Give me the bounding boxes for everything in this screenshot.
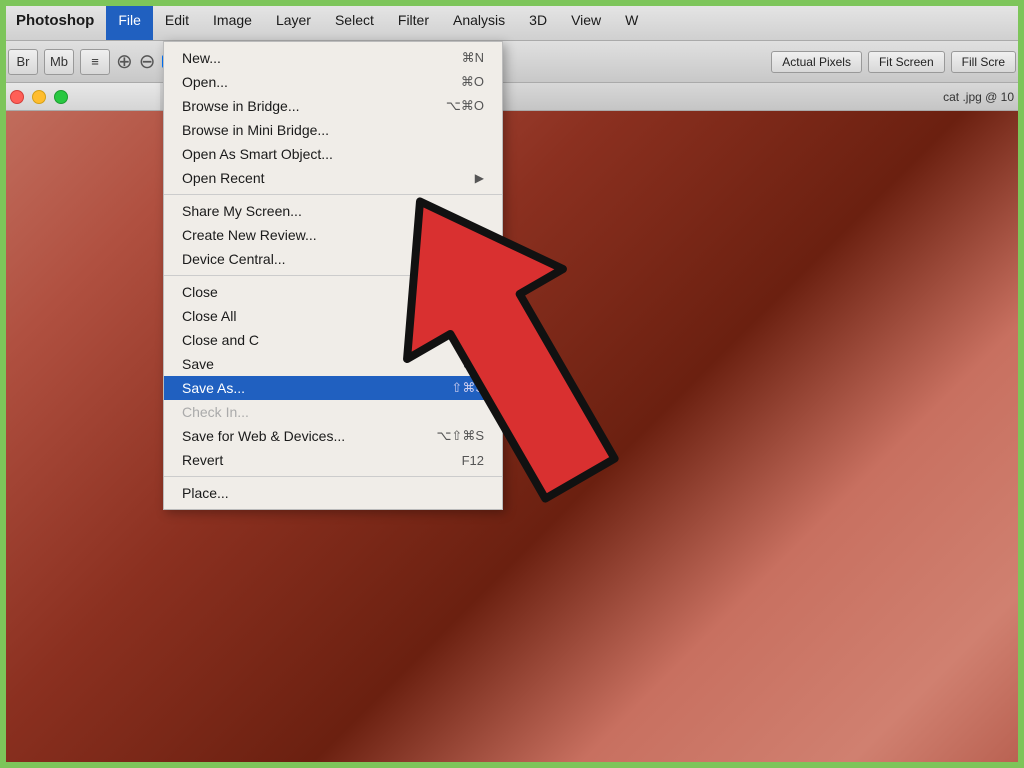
menu-item-close-all[interactable]: Close All [164, 304, 502, 328]
fit-screen-button[interactable]: Fit Screen [868, 51, 945, 73]
menu-item-share-screen[interactable]: Share My Screen... [164, 199, 502, 223]
menu-item-save-web[interactable]: Save for Web & Devices... ⌥⇧⌘S [164, 424, 502, 448]
image-menu-item[interactable]: Image [201, 0, 264, 40]
file-menu-item[interactable]: File [106, 0, 153, 40]
toolbar: Br Mb ≡ ⊕ ⊖ Res Actual Pixels Fit Screen… [0, 41, 1024, 83]
close-window-button[interactable] [10, 90, 24, 104]
separator-1 [164, 194, 502, 195]
zoom-in-icon[interactable]: ⊕ [116, 49, 133, 74]
edit-menu-item[interactable]: Edit [153, 0, 201, 40]
fill-screen-button[interactable]: Fill Scre [951, 51, 1016, 73]
menubar: Photoshop File Edit Image Layer Select F… [0, 0, 1024, 41]
menu-item-close[interactable]: Close ⌘W [164, 280, 502, 304]
separator-2 [164, 275, 502, 276]
minimize-window-button[interactable] [32, 90, 46, 104]
extra-toolbar-btn[interactable]: ≡ [80, 49, 110, 75]
menu-item-open[interactable]: Open... ⌘O [164, 70, 502, 94]
menu-item-create-review[interactable]: Create New Review... [164, 223, 502, 247]
select-menu-item[interactable]: Select [323, 0, 386, 40]
layer-menu-item[interactable]: Layer [264, 0, 323, 40]
menu-item-save-as[interactable]: Save As... ⇧⌘S [164, 376, 502, 400]
menu-item-revert[interactable]: Revert F12 [164, 448, 502, 472]
menu-item-open-recent[interactable]: Open Recent ▶ [164, 166, 502, 190]
menu-item-close-and-c[interactable]: Close and C [164, 328, 502, 352]
analysis-menu-item[interactable]: Analysis [441, 0, 517, 40]
maximize-window-button[interactable] [54, 90, 68, 104]
filter-menu-item[interactable]: Filter [386, 0, 441, 40]
bridge-button[interactable]: Br [8, 49, 38, 75]
menu-item-open-smart[interactable]: Open As Smart Object... [164, 142, 502, 166]
menu-item-new[interactable]: New... ⌘N [164, 46, 502, 70]
menu-item-device-central[interactable]: Device Central... [164, 247, 502, 271]
view-menu-item[interactable]: View [559, 0, 613, 40]
app-menu-item[interactable]: Photoshop [0, 0, 106, 40]
zoom-out-icon[interactable]: ⊖ [139, 49, 156, 74]
3d-menu-item[interactable]: 3D [517, 0, 559, 40]
actual-pixels-button[interactable]: Actual Pixels [771, 51, 862, 73]
separator-3 [164, 476, 502, 477]
file-info-text: cat .jpg @ 10 [943, 90, 1014, 104]
mini-bridge-button[interactable]: Mb [44, 49, 74, 75]
menu-item-browse-mini[interactable]: Browse in Mini Bridge... [164, 118, 502, 142]
menu-item-save[interactable]: Save ⌘S [164, 352, 502, 376]
background-canvas [0, 0, 1024, 768]
w-menu-item[interactable]: W [613, 0, 650, 40]
file-dropdown-menu: New... ⌘N Open... ⌘O Browse in Bridge...… [163, 41, 503, 510]
menu-item-check-in: Check In... [164, 400, 502, 424]
menu-item-browse-bridge[interactable]: Browse in Bridge... ⌥⌘O [164, 94, 502, 118]
menu-item-place[interactable]: Place... [164, 481, 502, 505]
